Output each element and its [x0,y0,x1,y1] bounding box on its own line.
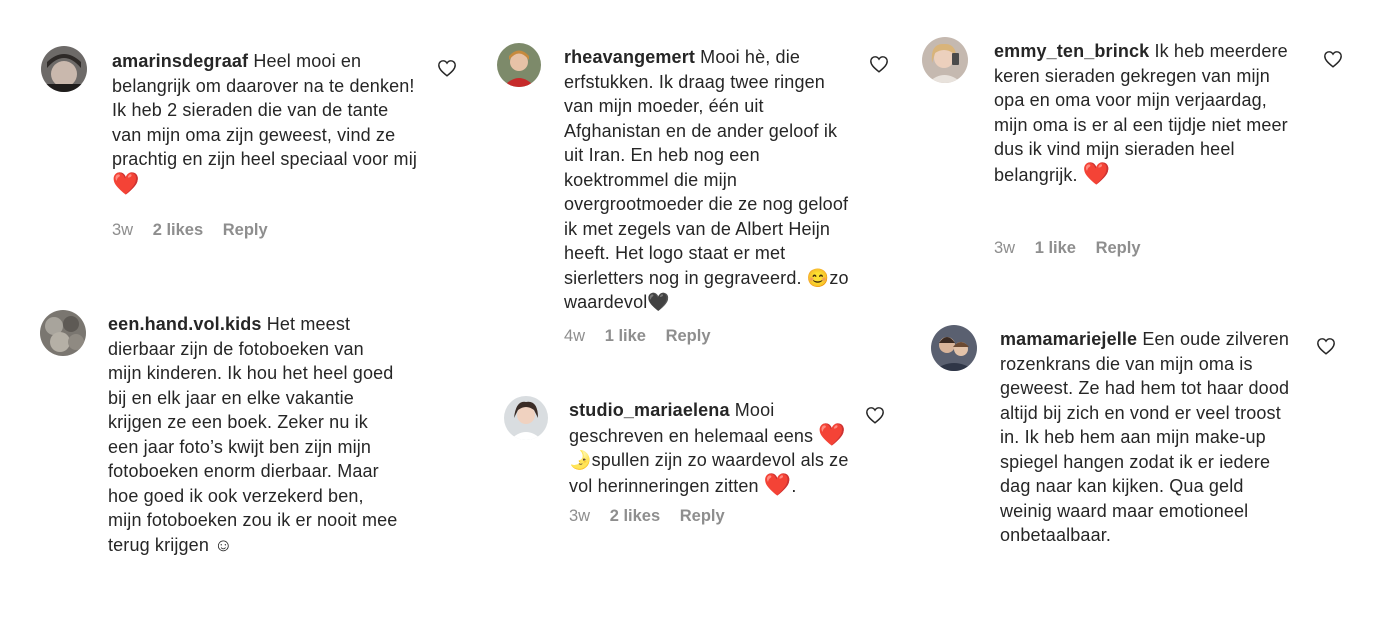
comment-body: mamamariejelle Een oude zilveren rozenkr… [1000,327,1298,548]
reply-button[interactable]: Reply [680,507,725,525]
username-link[interactable]: studio_mariaelena [569,400,730,420]
username-link[interactable]: mamamariejelle [1000,329,1137,349]
avatar[interactable] [922,37,968,83]
avatar[interactable] [40,310,86,356]
comment-text-end: spullen zijn zo waardevol als ze vol her… [569,450,849,496]
likes-count[interactable]: 2 likes [610,507,660,525]
username-link[interactable]: emmy_ten_brinck [994,41,1149,61]
red-heart-emoji: ❤️ [818,421,846,447]
comment-body: een.hand.vol.kids Het meest dierbaar zij… [108,312,400,557]
username-link[interactable]: een.hand.vol.kids [108,314,262,334]
timestamp[interactable]: 3w [569,507,590,525]
reply-button[interactable]: Reply [223,221,268,239]
username-link[interactable]: amarinsdegraaf [112,51,248,71]
comment-meta: 3w 2 likes Reply [569,507,740,526]
avatar[interactable] [504,396,548,440]
red-heart-emoji: ❤️ [1082,160,1111,186]
red-heart-emoji: ❤️ [112,170,140,196]
comment-text-period: . [791,475,797,496]
comment-meta: 4w 1 like Reply [564,327,726,346]
like-heart-icon[interactable] [1316,337,1336,355]
comment-text: Mooi hè, die erfstukken. Ik draag twee r… [564,47,849,288]
like-heart-icon[interactable] [437,59,457,77]
like-heart-icon[interactable] [869,55,889,73]
comment-text: Een oude zilveren rozenkrans die van mij… [1000,329,1290,545]
comment-text: Het meest dierbaar zijn de fotoboeken va… [108,314,398,555]
timestamp[interactable]: 3w [994,239,1015,257]
likes-count[interactable]: 1 like [1035,239,1076,257]
moon-emoji: 🌛 [569,450,592,470]
timestamp[interactable]: 4w [564,327,585,345]
comment-body: amarinsdegraaf Heel mooi en belangrijk o… [112,49,417,197]
timestamp[interactable]: 3w [112,221,133,239]
black-heart-emoji: 🖤 [647,292,670,312]
comment-body: emmy_ten_brinck Ik heb meerdere keren si… [994,39,1304,187]
comment-body: rheavangemert Mooi hè, die erfstukken. I… [564,45,854,315]
likes-count[interactable]: 1 like [605,327,646,345]
avatar[interactable] [497,43,541,87]
comment-text: Ik heb meerdere keren sieraden gekregen … [994,41,1288,185]
like-heart-icon[interactable] [1323,50,1343,68]
avatar[interactable] [931,325,977,371]
username-link[interactable]: rheavangemert [564,47,695,67]
reply-button[interactable]: Reply [1096,239,1141,257]
reply-button[interactable]: Reply [666,327,711,345]
likes-count[interactable]: 2 likes [153,221,203,239]
comment-meta: 3w 1 like Reply [994,239,1156,258]
smiley-emoji: ☺ [214,534,233,555]
avatar[interactable] [41,46,87,92]
like-heart-icon[interactable] [865,406,885,424]
smiling-face-emoji: 😊 [806,267,830,288]
red-heart-emoji: ❤️ [763,471,792,497]
comment-body: studio_mariaelena Mooi geschreven en hel… [569,398,859,498]
comment-meta: 3w 2 likes Reply [112,221,283,240]
